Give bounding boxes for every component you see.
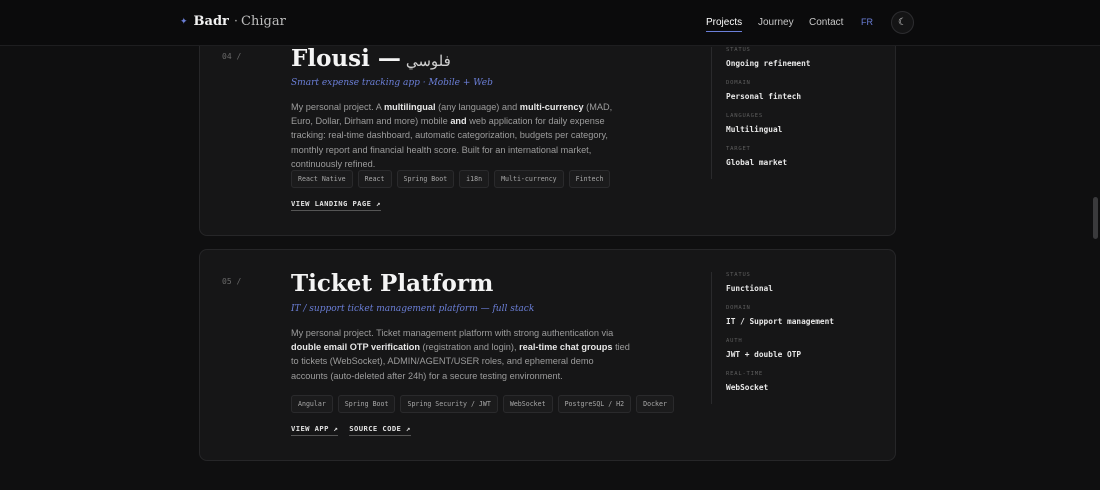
meta-label: DOMAIN [726,80,751,86]
project-link[interactable]: VIEW APP ↗ [291,424,339,436]
tech-tag: React [357,170,392,188]
meta-label: REAL-TIME [726,371,764,377]
description-text: My personal project. Ticket management p… [291,328,614,338]
meta-label: TARGET [726,146,751,152]
tech-tag: PostgreSQL / H2 [557,395,632,413]
tech-tag: Fintech [568,170,611,188]
brand-dot-icon: ✦ [180,16,188,27]
brand-first-name: Badr [193,14,229,29]
meta-label: LANGUAGES [726,113,764,119]
meta-value: Global market [726,158,788,167]
project-number: 05 / [222,277,242,286]
language-switch[interactable]: FR [861,17,873,27]
tech-tag: Multi-currency [494,170,564,188]
moon-icon: ☾ [898,17,907,28]
project-subtitle: Smart expense tracking app · Mobile + We… [291,78,493,88]
meta-row: STATUS Ongoing refinement [726,47,881,80]
theme-toggle-button[interactable]: ☾ [891,11,914,34]
meta-row: DOMAIN Personal fintech [726,80,881,113]
meta-row: AUTH JWT + double OTP [726,338,881,371]
project-title-arabic: فلوسي [405,52,451,70]
meta-value: Multilingual [726,125,783,134]
tech-tag-list: Angular Spring Boot Spring Security / JWT W… [291,395,674,413]
meta-row: REAL-TIME WebSocket [726,371,881,404]
tech-tag: Angular [291,395,333,413]
project-link[interactable]: SOURCE CODE ↗ [349,424,411,436]
meta-label: AUTH [726,338,743,344]
project-links: VIEW LANDING PAGE ↗ [291,199,381,211]
project-meta-panel: STATUS Functional DOMAIN IT / Support manag… [711,272,881,404]
brand-separator: · [233,14,239,29]
meta-label: DOMAIN [726,305,751,311]
tech-tag: WebSocket [502,395,553,413]
project-meta-panel: STATUS Ongoing refinement DOMAIN Personal f… [711,47,881,179]
brand-logo[interactable]: ✦ Badr · Chigar [180,14,286,29]
top-navigation-bar: ✦ Badr · Chigar Projects Journey Contact… [0,0,1100,46]
description-highlight: multilingual [383,102,436,112]
tech-tag: i18n [459,170,490,188]
description-highlight: real-time chat groups [519,342,613,353]
tech-tag: Spring Security / JWT [400,395,498,413]
nav-link-journey[interactable]: Journey [758,17,794,28]
description-text: (any language) and [435,102,520,112]
meta-row: STATUS Functional [726,272,881,305]
meta-label: STATUS [726,272,751,278]
project-card-flousi: 04 / Flousi — فلوسي Smart expense trackin… [199,20,896,236]
tech-tag-list: React Native React Spring Boot i18n Multi-cu… [291,170,611,188]
tech-tag: React Native [291,170,353,188]
meta-value: Ongoing refinement [726,59,811,68]
project-number: 04 / [222,52,242,61]
project-subtitle: IT / support ticket management platform … [291,304,535,314]
meta-value: Functional [726,284,773,293]
project-title: Ticket Platform [291,270,493,297]
project-card-ticket-platform: 05 / Ticket Platform IT / support ticket… [199,249,896,461]
project-title-text: Ticket Platform [291,270,494,297]
tech-tag: Spring Boot [396,170,455,188]
project-title-text: Flousi — [291,45,401,72]
nav-link-projects[interactable]: Projects [706,17,743,32]
project-description: My personal project. A multilingual (any… [291,100,631,171]
project-title: Flousi — فلوسي [291,45,451,72]
description-highlight: and [450,116,467,127]
meta-value: IT / Support management [726,317,834,326]
meta-value: WebSocket [726,383,769,392]
meta-value: JWT + double OTP [726,350,802,359]
meta-row: LANGUAGES Multilingual [726,113,881,146]
description-text: My personal project. A [291,102,384,112]
project-link[interactable]: VIEW LANDING PAGE ↗ [291,199,381,211]
description-highlight: double email OTP verification [291,342,420,353]
meta-label: STATUS [726,47,751,53]
nav-link-contact[interactable]: Contact [809,17,843,28]
project-description: My personal project. Ticket management p… [291,326,631,383]
brand-last-name: Chigar [241,14,286,29]
tech-tag: Spring Boot [337,395,396,413]
meta-row: DOMAIN IT / Support management [726,305,881,338]
project-links: VIEW APP ↗ SOURCE CODE ↗ [291,424,411,436]
meta-value: Personal fintech [726,92,802,101]
tech-tag: Docker [636,395,674,413]
meta-row: TARGET Global market [726,146,881,179]
page-scrollbar[interactable] [1093,197,1098,239]
description-highlight: multi-currency [519,102,584,112]
description-text: (registration and login), [420,342,520,353]
